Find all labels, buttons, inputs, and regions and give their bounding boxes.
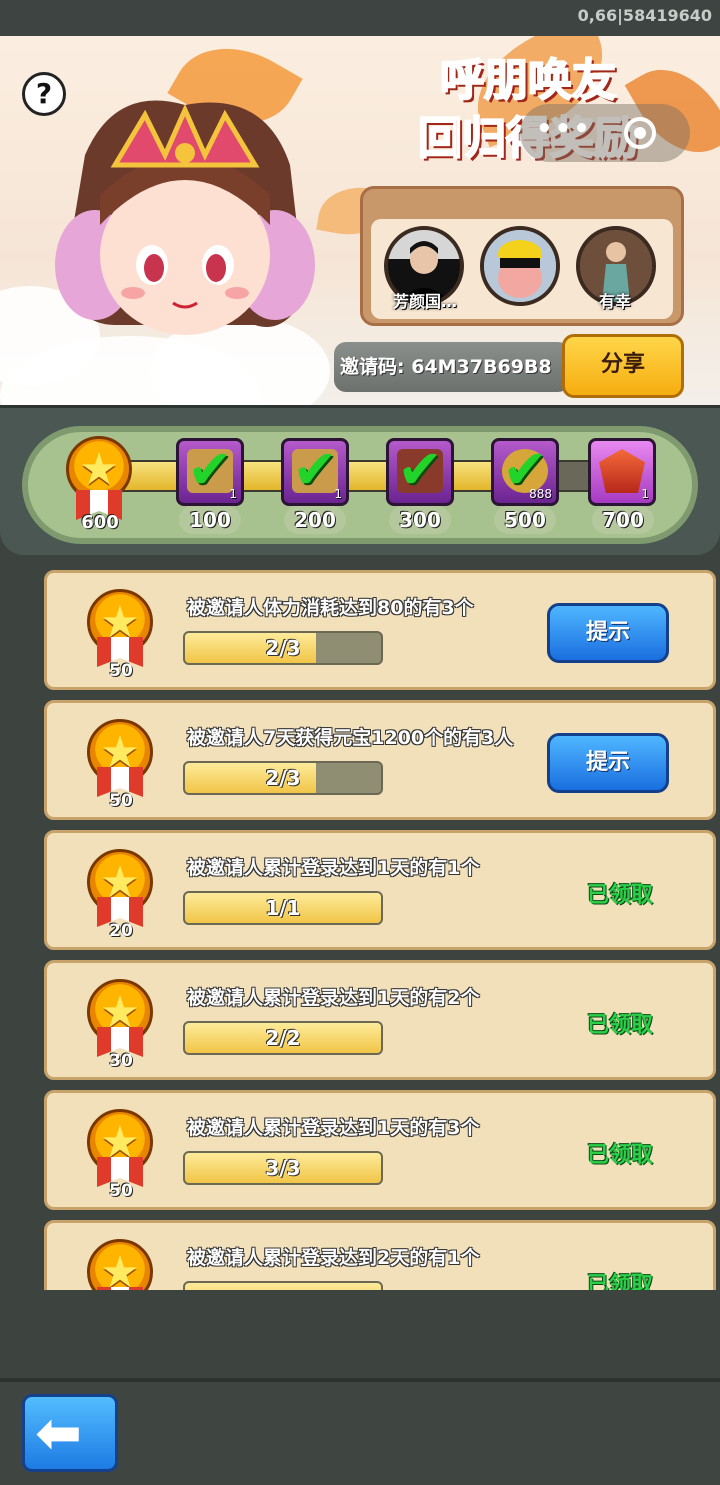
- milestone-reward-100[interactable]: ✔ 1: [176, 438, 244, 506]
- task-description: 被邀请人体力消耗达到80的有3个: [187, 597, 474, 619]
- milestone-label: 700: [592, 506, 654, 534]
- task-progress-bar: 2/3: [183, 761, 383, 795]
- milestone-reward-300[interactable]: ✔: [386, 438, 454, 506]
- reward-count: 888: [529, 487, 552, 501]
- reward-value: 20: [109, 921, 133, 941]
- task-progress-bar: [183, 1281, 383, 1290]
- close-target-icon[interactable]: [624, 117, 656, 149]
- task-progress-bar: 1/1: [183, 891, 383, 925]
- task-card: ★ 20 被邀请人累计登录达到1天的有1个 1/1 已领取: [44, 830, 716, 950]
- back-button[interactable]: ⬅: [22, 1394, 118, 1472]
- task-card: ★ 50 被邀请人7天获得元宝1200个的有3人 2/3 提示: [44, 700, 716, 820]
- medal-ribbon: [97, 1287, 143, 1290]
- reward-medal-icon: ★: [87, 1239, 153, 1290]
- reward-count: 1: [229, 487, 237, 501]
- task-list[interactable]: ★ 50 被邀请人体力消耗达到80的有3个 2/3 提示 ★ 50 被邀请人7天…: [0, 560, 720, 1290]
- reward-count: 1: [334, 487, 342, 501]
- milestone-label: 200: [284, 506, 346, 534]
- hint-button[interactable]: 提示: [547, 603, 669, 663]
- claimed-status: 已领取: [587, 1273, 654, 1290]
- milestone-label: 100: [179, 506, 241, 534]
- reward-value: 50: [109, 1181, 133, 1201]
- claimed-status: 已领取: [587, 1143, 654, 1168]
- task-progress-text: 2/2: [265, 1026, 301, 1050]
- task-description: 被邀请人累计登录达到1天的有1个: [187, 857, 480, 879]
- build-info: 0,66|58419640: [577, 6, 712, 25]
- friend-name-3: 有幸: [598, 292, 631, 311]
- milestone-reward-700[interactable]: 1: [588, 438, 656, 506]
- crest-emblem-icon: [599, 449, 645, 493]
- reward-value: 30: [109, 1051, 133, 1071]
- friend-avatar-2[interactable]: [480, 226, 560, 306]
- task-progress-text: 2/3: [265, 766, 301, 790]
- reward-value: 50: [109, 661, 133, 681]
- claimed-status: 已领取: [587, 883, 654, 908]
- friend-name-1: 芳颜国…: [392, 292, 457, 311]
- reward-count: 1: [641, 487, 649, 501]
- claimed-check-icon: ✔: [397, 438, 443, 501]
- share-button[interactable]: 分享: [562, 334, 684, 398]
- mini-program-capsule[interactable]: •••: [520, 104, 690, 162]
- task-progress-bar: 2/3: [183, 631, 383, 665]
- hero-character-portrait: [55, 100, 315, 335]
- task-card: ★ 被邀请人累计登录达到2天的有1个 已领取: [44, 1220, 716, 1290]
- task-progress-text: 2/3: [265, 636, 301, 660]
- invite-code: 邀请码: 64M37B69B8: [334, 342, 570, 392]
- task-description: 被邀请人7天获得元宝1200个的有3人: [187, 727, 514, 749]
- task-description: 被邀请人累计登录达到1天的有2个: [187, 987, 480, 1009]
- task-progress-text: 3/3: [265, 1156, 301, 1180]
- claimed-status: 已领取: [587, 1013, 654, 1038]
- task-description: 被邀请人累计登录达到2天的有1个: [187, 1247, 480, 1269]
- hint-button[interactable]: 提示: [547, 733, 669, 793]
- milestone-reward-200[interactable]: ✔ 1: [281, 438, 349, 506]
- milestone-label: 500: [494, 506, 556, 534]
- task-description: 被邀请人累计登录达到1天的有3个: [187, 1117, 480, 1139]
- milestone-reward-500[interactable]: ✔ 888: [491, 438, 559, 506]
- task-progress-bar: 3/3: [183, 1151, 383, 1185]
- current-points: 600: [81, 512, 119, 533]
- top-bar: 0,66|58419640: [0, 0, 720, 36]
- event-title-line1: 呼朋唤友: [439, 54, 617, 107]
- task-card: ★ 50 被邀请人累计登录达到1天的有3个 3/3 已领取: [44, 1090, 716, 1210]
- task-card: ★ 50 被邀请人体力消耗达到80的有3个 2/3 提示: [44, 570, 716, 690]
- back-arrow-icon: ⬅: [35, 1401, 82, 1466]
- task-progress-text: 1/1: [265, 896, 301, 920]
- task-progress-bar: 2/2: [183, 1021, 383, 1055]
- task-card: ★ 30 被邀请人累计登录达到1天的有2个 2/2 已领取: [44, 960, 716, 1080]
- reward-value: 50: [109, 791, 133, 811]
- more-menu-icon[interactable]: •••: [536, 114, 592, 144]
- milestone-label: 300: [389, 506, 451, 534]
